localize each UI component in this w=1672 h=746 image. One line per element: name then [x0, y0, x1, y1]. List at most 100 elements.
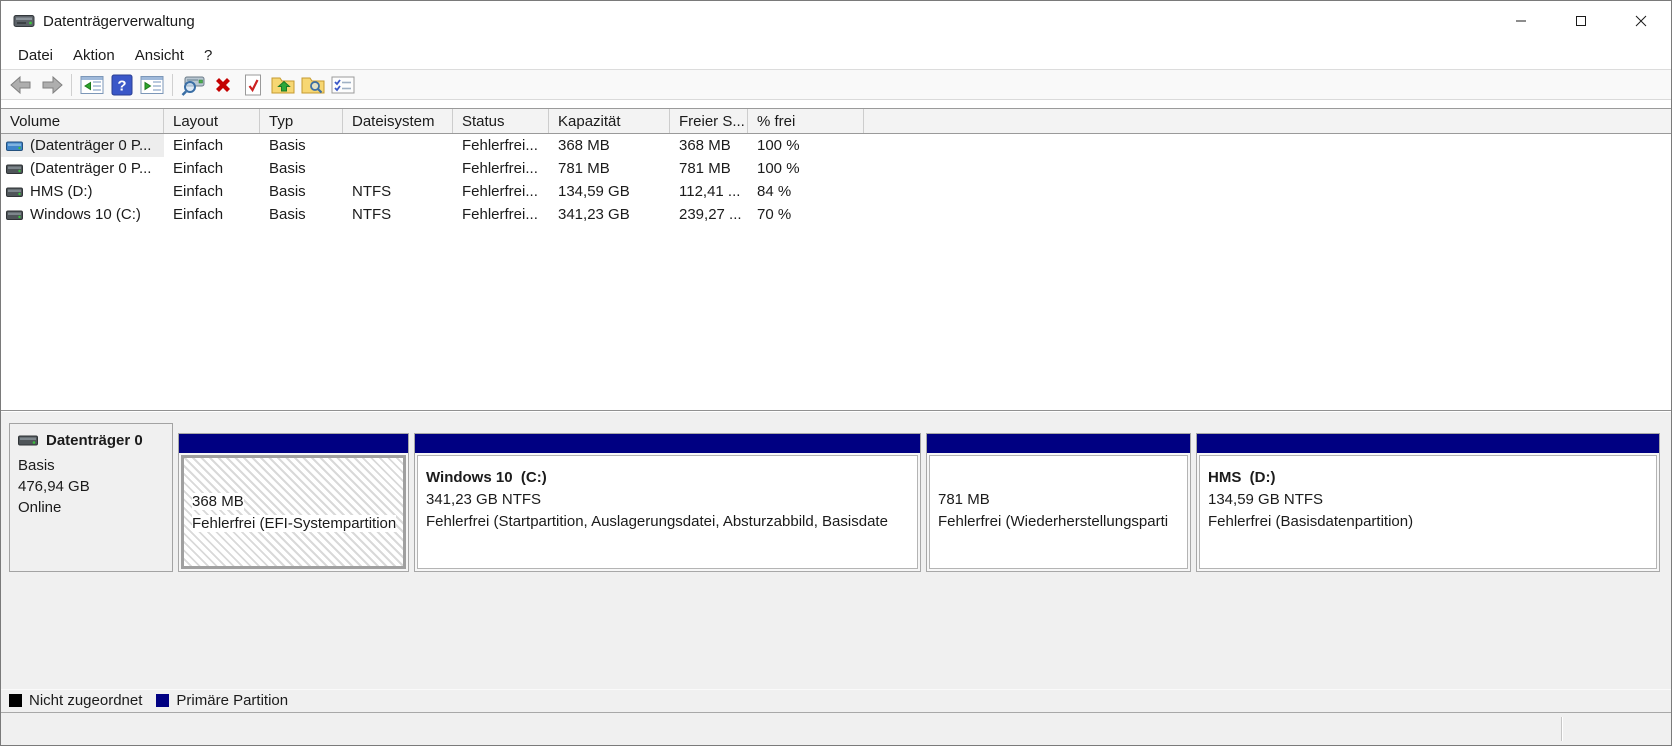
column-header-kapazitaet[interactable]: Kapazität	[549, 109, 670, 133]
cell-volume: Windows 10 (C:)	[30, 206, 141, 223]
menubar: Datei Aktion Ansicht ?	[1, 41, 1671, 69]
partition-status: Fehlerfrei (Startpartition, Auslagerungs…	[426, 513, 888, 530]
legend-bar: Nicht zugeordnet Primäre Partition	[1, 689, 1671, 713]
partition-size: 781 MB	[938, 491, 990, 508]
volume-list-header: Volume Layout Typ Dateisystem Status Kap…	[1, 108, 1671, 134]
graphical-view-pane: Datenträger 0 Basis 476,94 GB Online 368…	[1, 417, 1671, 745]
partition-size: 341,23 GB NTFS	[426, 491, 542, 508]
column-header-typ[interactable]: Typ	[260, 109, 343, 133]
disk-management-window: Datenträgerverwaltung Datei Aktion Ansic…	[0, 0, 1672, 746]
minimize-button[interactable]	[1491, 1, 1551, 41]
toolbar-separator	[71, 73, 72, 96]
cell-prozent-frei: 100 %	[757, 137, 800, 154]
cell-freier-speicher: 112,41 ...	[679, 183, 741, 200]
cell-prozent-frei: 70 %	[757, 206, 792, 223]
cell-dateisystem	[343, 134, 453, 157]
partition-efi-system[interactable]: 368 MB Fehlerfrei (EFI-Systempartition	[178, 433, 409, 572]
console-tree-icon	[80, 75, 104, 95]
close-button[interactable]	[1611, 1, 1671, 41]
cell-layout: Einfach	[173, 206, 224, 223]
forward-button[interactable]	[36, 71, 66, 98]
folder-up-icon	[271, 75, 295, 95]
table-row[interactable]: HMS (D:) Einfach Basis NTFS Fehlerfrei..…	[1, 180, 1671, 203]
cell-layout: Einfach	[173, 183, 224, 200]
partition-status: Fehlerfrei (Basisdatenpartition)	[1208, 513, 1414, 530]
column-header-volume[interactable]: Volume	[1, 109, 164, 133]
volume-icon	[6, 163, 23, 175]
column-header-freier-speicher[interactable]: Freier S...	[670, 109, 748, 133]
delete-icon	[212, 74, 234, 96]
menu-help[interactable]: ?	[194, 44, 222, 67]
column-header-prozent-frei[interactable]: % frei	[748, 109, 864, 133]
cell-layout: Einfach	[173, 137, 224, 154]
delete-button[interactable]	[208, 71, 238, 98]
rescan-disks-icon	[180, 74, 206, 96]
column-header-status[interactable]: Status	[453, 109, 549, 133]
partition-size: 134,59 GB NTFS	[1208, 491, 1324, 508]
properties-icon	[331, 75, 355, 95]
table-row[interactable]: Windows 10 (C:) Einfach Basis NTFS Fehle…	[1, 203, 1671, 226]
cell-kapazitaet: 341,23 GB	[558, 206, 630, 223]
help-button[interactable]: ?	[107, 71, 137, 98]
menu-datei[interactable]: Datei	[8, 44, 63, 67]
cell-typ: Basis	[269, 206, 306, 223]
cell-dateisystem: NTFS	[352, 183, 392, 200]
partition-windows-c[interactable]: Windows 10 (C:) 341,23 GB NTFS Fehlerfre…	[414, 433, 921, 572]
cell-freier-speicher: 781 MB	[679, 160, 731, 177]
column-header-layout[interactable]: Layout	[164, 109, 260, 133]
cell-prozent-frei: 84 %	[757, 183, 792, 200]
cell-freier-speicher: 239,27 ...	[679, 206, 742, 223]
cell-status: Fehlerfrei...	[462, 183, 538, 200]
back-icon	[9, 75, 34, 95]
properties-button[interactable]	[328, 71, 358, 98]
console-tree-button[interactable]	[77, 71, 107, 98]
check-document-button[interactable]	[238, 71, 268, 98]
window-title: Datenträgerverwaltung	[43, 12, 195, 30]
partition-recovery[interactable]: 781 MB Fehlerfrei (Wiederherstellungspar…	[926, 433, 1191, 572]
partition-name: Windows 10 (C:)	[426, 469, 547, 486]
partition-status: Fehlerfrei (Wiederherstellungsparti	[938, 513, 1169, 530]
check-document-icon	[243, 74, 263, 96]
toolbar-separator	[172, 73, 173, 96]
folder-search-icon	[301, 75, 325, 95]
folder-up-button[interactable]	[268, 71, 298, 98]
cell-dateisystem	[343, 157, 453, 180]
cell-typ: Basis	[269, 160, 306, 177]
table-row[interactable]: (Datenträger 0 P... Einfach Basis Fehler…	[1, 134, 1671, 157]
partition-hms-d[interactable]: HMS (D:) 134,59 GB NTFS Fehlerfrei (Basi…	[1196, 433, 1660, 572]
back-button[interactable]	[6, 71, 36, 98]
menu-aktion[interactable]: Aktion	[63, 44, 125, 67]
cell-kapazitaet: 781 MB	[558, 160, 610, 177]
svg-text:?: ?	[117, 77, 126, 94]
column-header-dateisystem[interactable]: Dateisystem	[343, 109, 453, 133]
disk-status: Online	[18, 499, 62, 516]
titlebar: Datenträgerverwaltung	[1, 1, 1671, 41]
menu-ansicht[interactable]: Ansicht	[125, 44, 194, 67]
empty-area	[1, 572, 1671, 689]
disk-icon	[18, 434, 38, 447]
partition-name	[938, 468, 1187, 490]
legend-swatch-unallocated	[9, 694, 22, 707]
partition-color-bar	[415, 434, 920, 453]
table-row[interactable]: (Datenträger 0 P... Einfach Basis Fehler…	[1, 157, 1671, 180]
partition-color-bar	[927, 434, 1190, 453]
maximize-button[interactable]	[1551, 1, 1611, 41]
cell-status: Fehlerfrei...	[462, 160, 538, 177]
app-icon	[13, 12, 35, 30]
partition-name: HMS (D:)	[1208, 469, 1276, 486]
partition-strip: 368 MB Fehlerfrei (EFI-Systempartition W…	[178, 423, 1660, 572]
disk-0-info-panel[interactable]: Datenträger 0 Basis 476,94 GB Online	[9, 423, 173, 572]
folder-search-button[interactable]	[298, 71, 328, 98]
cell-freier-speicher: 368 MB	[679, 137, 731, 154]
pane-splitter[interactable]	[1, 410, 1671, 417]
volume-icon	[6, 186, 23, 198]
disk-0-row: Datenträger 0 Basis 476,94 GB Online 368…	[9, 423, 1663, 572]
rescan-disks-button[interactable]	[178, 71, 208, 98]
help-icon: ?	[111, 74, 133, 96]
cell-kapazitaet: 134,59 GB	[558, 183, 630, 200]
action-pane-button[interactable]	[137, 71, 167, 98]
cell-prozent-frei: 100 %	[757, 160, 800, 177]
forward-icon	[39, 75, 64, 95]
column-header-filler	[864, 109, 1671, 133]
disk-type: Basis	[18, 457, 55, 474]
